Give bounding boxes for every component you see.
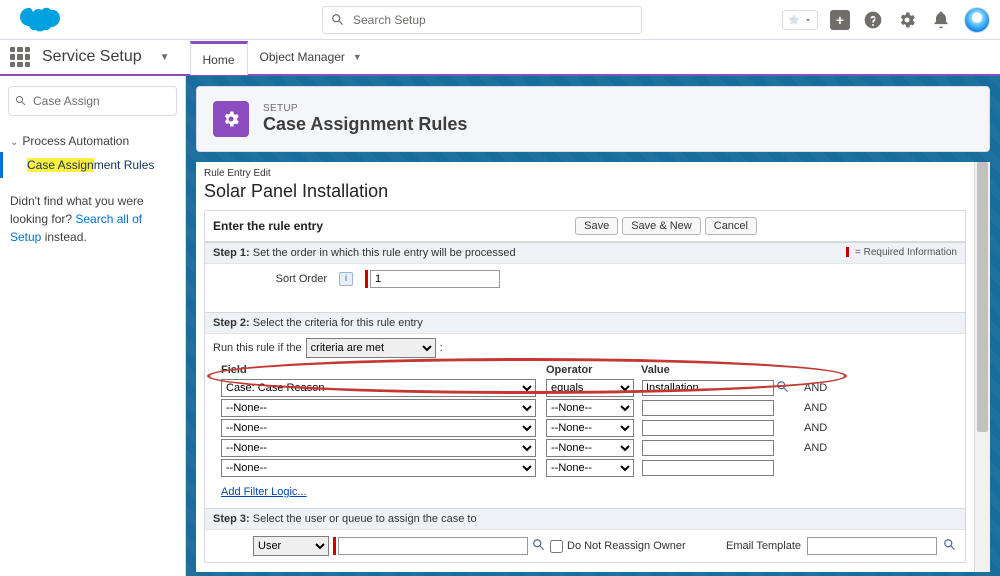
tab-home[interactable]: Home [190,41,248,75]
step2-header: Step 2: Select the criteria for this rul… [205,312,965,334]
page-title: Case Assignment Rules [263,114,467,135]
context-tabs: Home Object Manager▼ [190,40,374,74]
criteria-value-input[interactable] [642,420,774,436]
sort-order-input[interactable] [370,270,500,288]
info-icon[interactable]: i [339,272,353,286]
sort-order-label: Sort Order [213,273,333,285]
step1-header: Step 1: Set the order in which this rule… [205,242,965,264]
save-and-new-button[interactable]: Save & New [622,217,701,235]
user-avatar[interactable] [964,7,990,33]
criteria-field-select[interactable]: --None-- [221,419,536,437]
run-rule-label: Run this rule if the [213,342,302,354]
page-eyebrow: SETUP [263,103,467,114]
email-template-input[interactable] [807,537,937,555]
vertical-scrollbar[interactable] [974,162,990,572]
sort-order-row: Sort Order i [205,264,965,294]
criteria-row: --None-- --None-- AND [205,418,965,438]
setup-sidebar: Case Assign Process Automation Case Assi… [0,76,186,576]
tree-group-process-automation[interactable]: Process Automation [0,130,185,152]
lookup-icon[interactable] [532,538,546,555]
global-create-button[interactable]: + [830,10,850,30]
tab-object-manager[interactable]: Object Manager▼ [248,40,374,74]
criteria-field-select[interactable]: Case: Case Reason [221,379,536,397]
gear-icon [213,101,249,137]
search-icon [331,13,345,27]
criteria-row: Case: Case Reason equals AND [205,378,965,398]
rule-title: Solar Panel Installation [204,181,966,202]
criteria-field-select[interactable]: --None-- [221,399,536,417]
criteria-value-input[interactable] [642,400,774,416]
criteria-value-input[interactable] [642,440,774,456]
search-icon [15,95,27,107]
page-header: SETUP Case Assignment Rules [196,86,990,152]
quick-find-input[interactable]: Case Assign [8,86,177,116]
run-rule-select[interactable]: criteria are met [306,338,436,358]
email-template-label: Email Template [726,540,801,552]
global-search-placeholder: Search Setup [353,13,426,27]
save-button[interactable]: Save [575,217,618,235]
star-icon [787,13,801,27]
global-search[interactable]: Search Setup [322,6,642,34]
setup-no-results-hint: Didn't find what you were looking for? S… [0,178,185,260]
criteria-field-select[interactable]: --None-- [221,439,536,457]
do-not-reassign-label: Do Not Reassign Owner [567,540,686,552]
chevron-down-icon [803,15,813,25]
add-filter-logic-link[interactable]: Add Filter Logic... [221,486,307,498]
criteria-operator-select[interactable]: --None-- [546,399,634,417]
notifications-bell-icon[interactable] [930,9,952,31]
criteria-operator-select[interactable]: --None-- [546,459,634,477]
classic-iframe: Rule Entry Edit Solar Panel Installation… [196,162,990,572]
help-icon-button[interactable] [862,9,884,31]
do-not-reassign-checkbox[interactable] [550,540,563,553]
favorites-menu[interactable] [782,10,818,30]
context-bar: Service Setup ▼ Home Object Manager▼ [0,40,1000,76]
app-name: Service Setup [42,48,142,66]
criteria-row: --None-- --None-- AND [205,438,965,458]
rule-entry-panel: Enter the rule entry Save Save & New Can… [204,210,966,563]
criteria-value-input[interactable] [642,380,774,396]
global-header-actions: + [782,7,990,33]
rule-eyebrow: Rule Entry Edit [204,168,966,179]
criteria-grid-header: Field Operator Value [205,362,965,378]
main-canvas: SETUP Case Assignment Rules Rule Entry E… [186,76,1000,576]
assignee-row: User Do Not Reassign Owner Email Templat… [205,530,965,562]
assignee-input[interactable] [338,537,528,555]
lookup-icon[interactable] [774,380,790,397]
global-header: Search Setup + [0,0,1000,40]
step3-header: Step 3: Select the user or queue to assi… [205,508,965,530]
chevron-down-icon: ▼ [353,52,362,62]
criteria-operator-select[interactable]: equals [546,379,634,397]
criteria-row: --None-- --None-- [205,458,965,478]
lookup-icon[interactable] [943,538,957,555]
assignee-type-select[interactable]: User [253,536,329,556]
criteria-operator-select[interactable]: --None-- [546,419,634,437]
tree-item-case-assignment-rules[interactable]: Case Assignment Rules [0,152,185,178]
salesforce-logo [18,6,62,34]
app-menu-chevron[interactable]: ▼ [160,52,170,63]
setup-gear-icon[interactable] [896,9,918,31]
panel-title: Enter the rule entry [213,219,323,233]
cancel-button[interactable]: Cancel [705,217,757,235]
criteria-operator-select[interactable]: --None-- [546,439,634,457]
app-launcher-icon[interactable] [10,47,30,67]
criteria-row: --None-- --None-- AND [205,398,965,418]
criteria-value-input[interactable] [642,460,774,476]
criteria-field-select[interactable]: --None-- [221,459,536,477]
